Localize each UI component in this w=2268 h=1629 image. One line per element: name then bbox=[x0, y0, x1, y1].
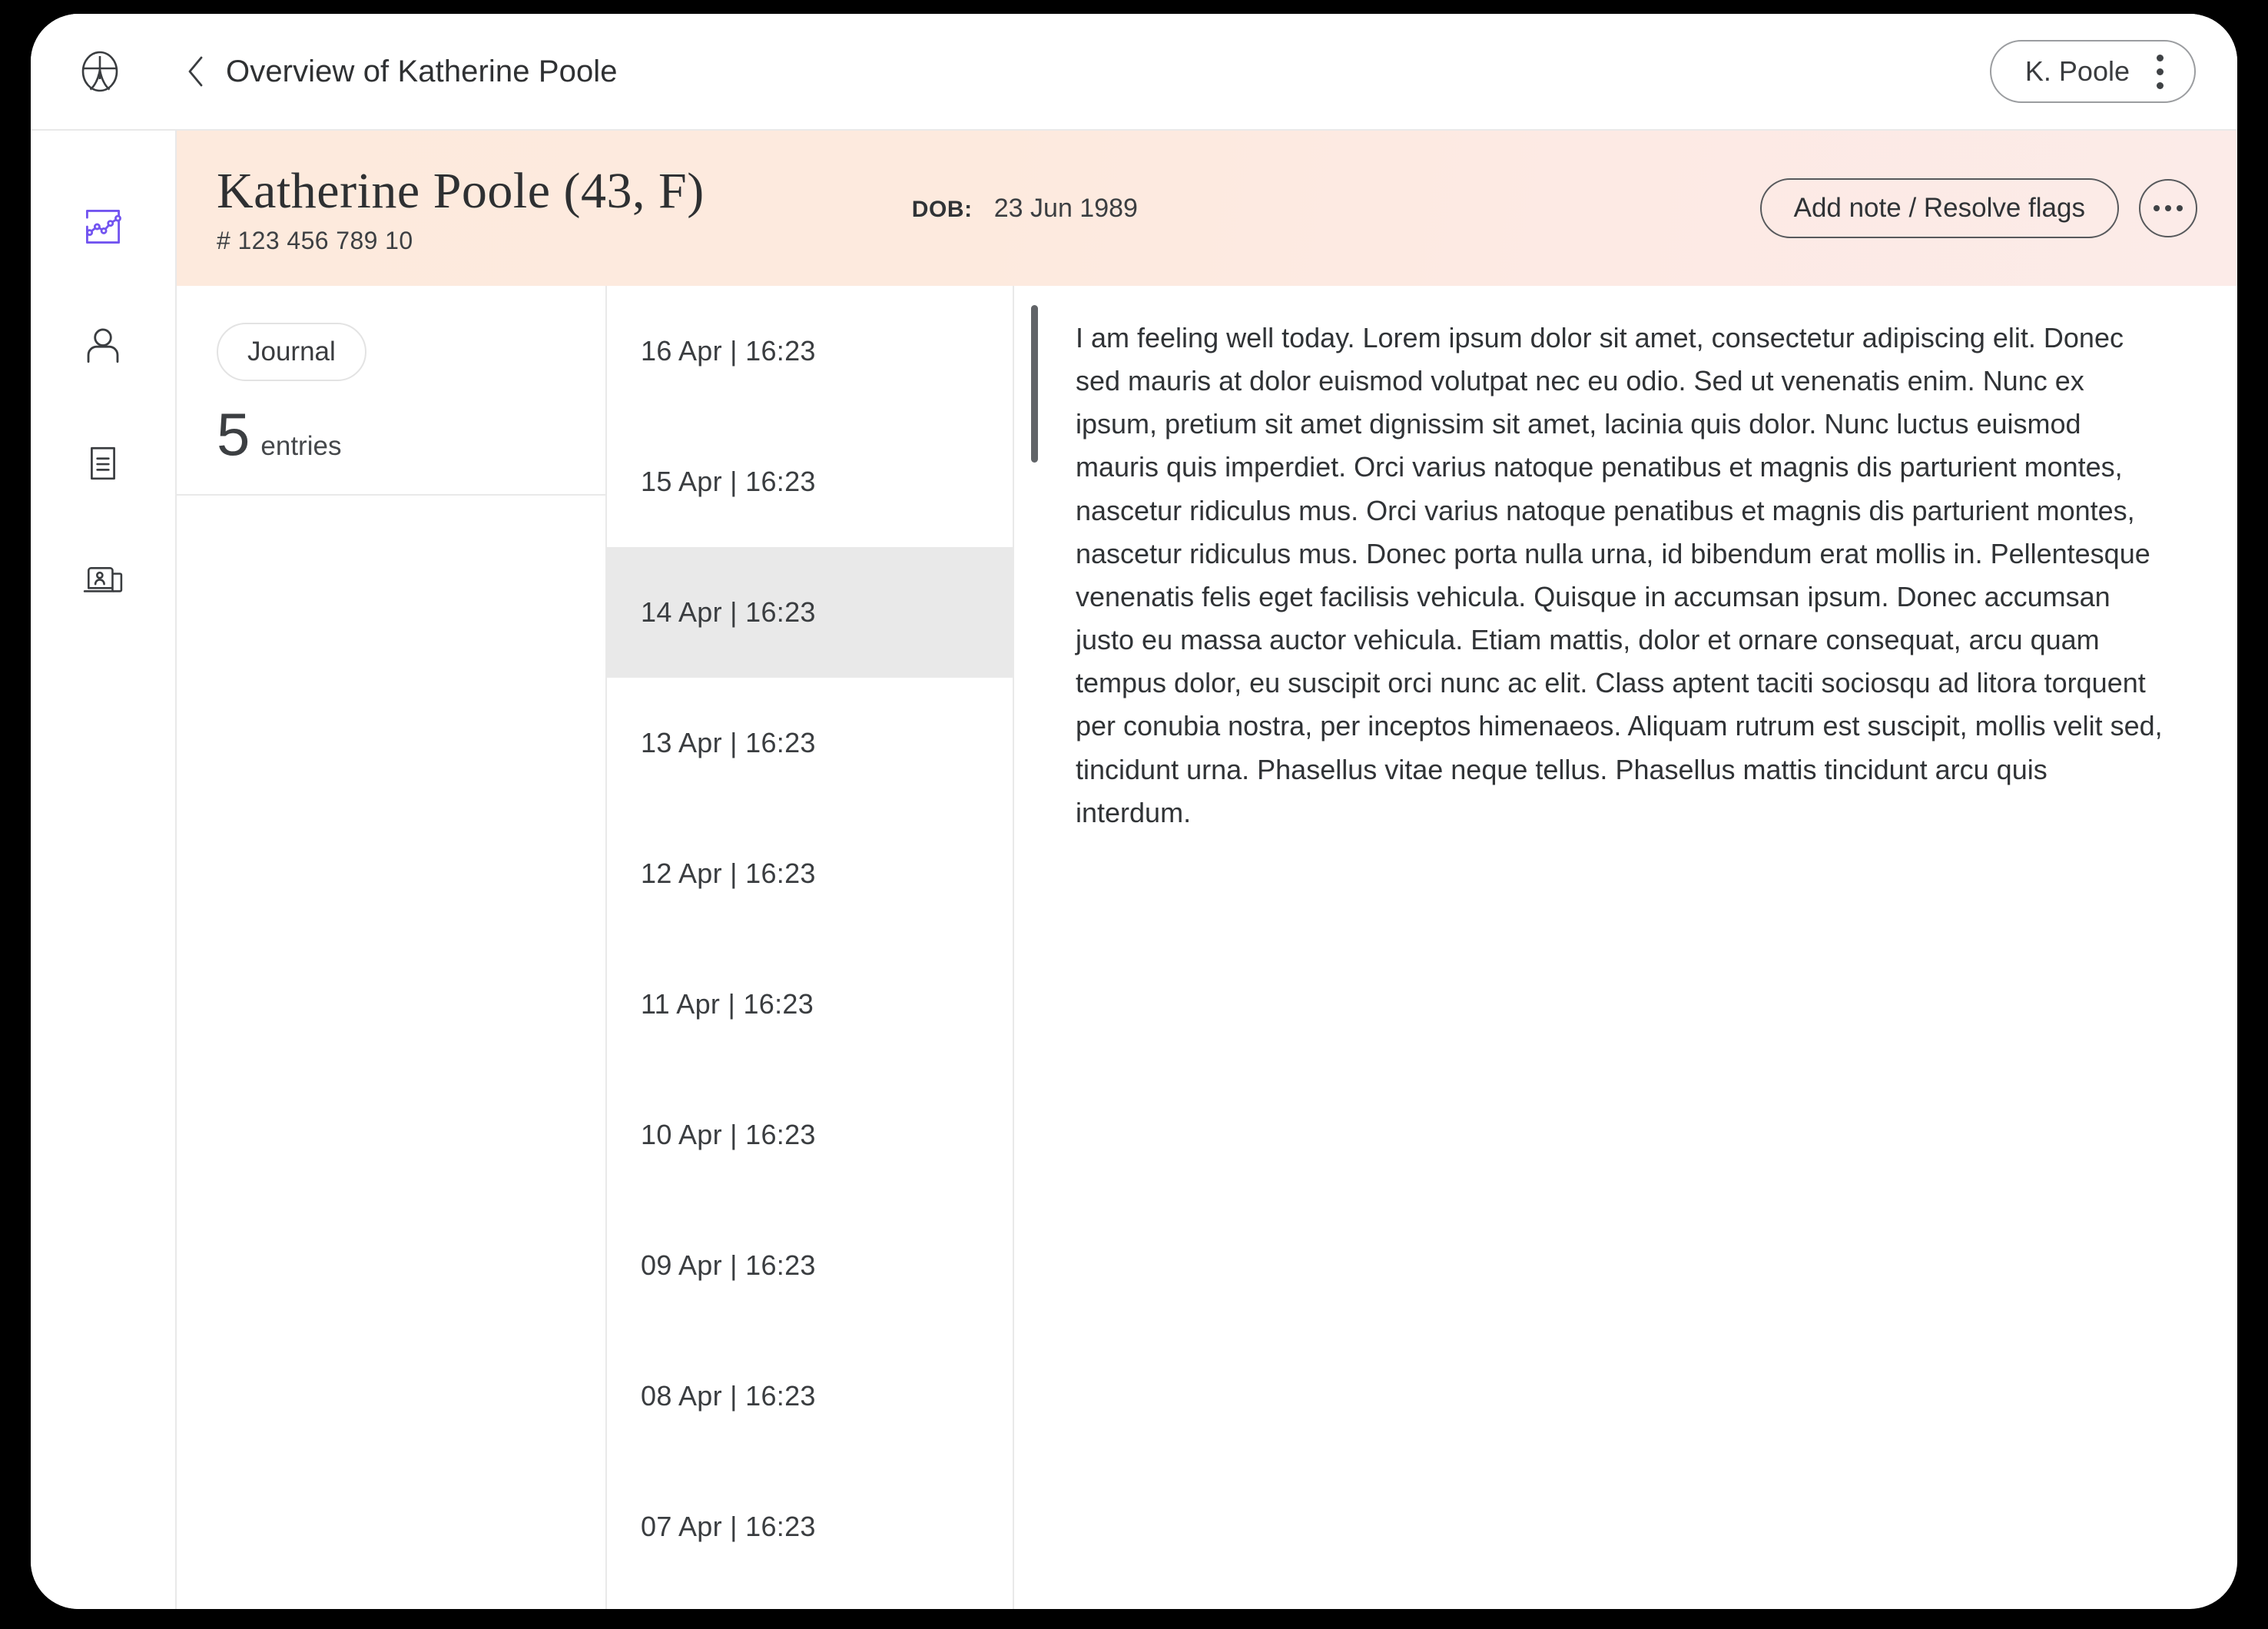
person-icon bbox=[83, 325, 123, 369]
patient-header-banner: Katherine Poole (43, F) # 123 456 789 10… bbox=[177, 131, 2237, 286]
list-item[interactable]: 13 Apr | 16:23 bbox=[607, 678, 1013, 808]
user-menu-button[interactable]: K. Poole bbox=[1989, 40, 2196, 103]
app-window: Overview of Katherine Poole K. Poole Kat… bbox=[31, 14, 2237, 1609]
note-body: I am feeling well today. Lorem ipsum dol… bbox=[1076, 322, 2163, 828]
sidebar-item-profile[interactable] bbox=[79, 323, 127, 370]
list-item[interactable]: 11 Apr | 16:23 bbox=[607, 939, 1013, 1070]
patient-id: # 123 456 789 10 bbox=[217, 226, 413, 254]
summary-pane: Journal 5 entries bbox=[177, 286, 607, 1609]
page-title: Overview of Katherine Poole bbox=[226, 54, 618, 88]
kebab-vertical-icon[interactable] bbox=[2156, 54, 2164, 89]
entries-count: 5 bbox=[217, 400, 250, 468]
ellipsis-horizontal-icon bbox=[2154, 205, 2183, 211]
entries-count-label: entries bbox=[260, 431, 342, 461]
sidebar-item-devices[interactable] bbox=[79, 559, 127, 607]
sidebar-item-documents[interactable] bbox=[79, 441, 127, 489]
left-nav-rail bbox=[31, 131, 177, 1609]
list-item-with-value[interactable]: 10 Apr | 14:44 Value bbox=[607, 1592, 1013, 1609]
dob-label: DOB: bbox=[911, 196, 973, 222]
laptop-phone-icon bbox=[82, 563, 124, 604]
patient-more-actions-button[interactable] bbox=[2139, 179, 2197, 237]
top-bar: Overview of Katherine Poole K. Poole bbox=[31, 14, 2237, 131]
sidebar-item-analytics[interactable] bbox=[79, 204, 127, 252]
list-item[interactable]: 14 Apr | 16:23 bbox=[607, 547, 1013, 678]
chart-line-icon bbox=[83, 207, 123, 250]
user-menu-label: K. Poole bbox=[2024, 55, 2130, 87]
content-column: Katherine Poole (43, F) # 123 456 789 10… bbox=[177, 131, 2237, 1609]
list-item[interactable]: 15 Apr | 16:23 bbox=[607, 416, 1013, 547]
patient-name: Katherine Poole (43, F) bbox=[217, 162, 705, 219]
list-item[interactable]: 09 Apr | 16:23 bbox=[607, 1200, 1013, 1331]
list-item[interactable]: 16 Apr | 16:23 bbox=[607, 286, 1013, 416]
list-item[interactable]: 12 Apr | 16:23 bbox=[607, 808, 1013, 939]
journal-chip[interactable]: Journal bbox=[217, 323, 366, 381]
dob-value: 23 Jun 1989 bbox=[993, 193, 1138, 223]
list-item[interactable]: 08 Apr | 16:23 bbox=[607, 1331, 1013, 1461]
person-in-circle-logo-icon bbox=[78, 50, 121, 93]
journal-summary-card: Journal 5 entries bbox=[177, 286, 605, 496]
panes-row: Journal 5 entries 16 Apr | 16:23 15 Apr … bbox=[177, 286, 2237, 1609]
body-row: Katherine Poole (43, F) # 123 456 789 10… bbox=[31, 131, 2237, 1609]
add-note-resolve-flags-button[interactable]: Add note / Resolve flags bbox=[1759, 178, 2119, 238]
patient-identity: Katherine Poole (43, F) # 123 456 789 10 bbox=[217, 162, 705, 255]
chevron-left-icon[interactable] bbox=[184, 54, 207, 89]
note-scrollbar-thumb[interactable] bbox=[1031, 305, 1038, 463]
patient-dob: DOB: 23 Jun 1989 bbox=[912, 194, 1138, 224]
note-detail-pane: I am feeling well today. Lorem ipsum dol… bbox=[1014, 286, 2237, 1609]
entries-count-row: 5 entries bbox=[217, 400, 605, 468]
document-lines-icon bbox=[84, 444, 122, 486]
list-item[interactable]: 07 Apr | 16:23 bbox=[607, 1461, 1013, 1592]
list-item[interactable]: 10 Apr | 16:23 bbox=[607, 1070, 1013, 1200]
entries-list-pane[interactable]: 16 Apr | 16:23 15 Apr | 16:23 14 Apr | 1… bbox=[607, 286, 1014, 1609]
